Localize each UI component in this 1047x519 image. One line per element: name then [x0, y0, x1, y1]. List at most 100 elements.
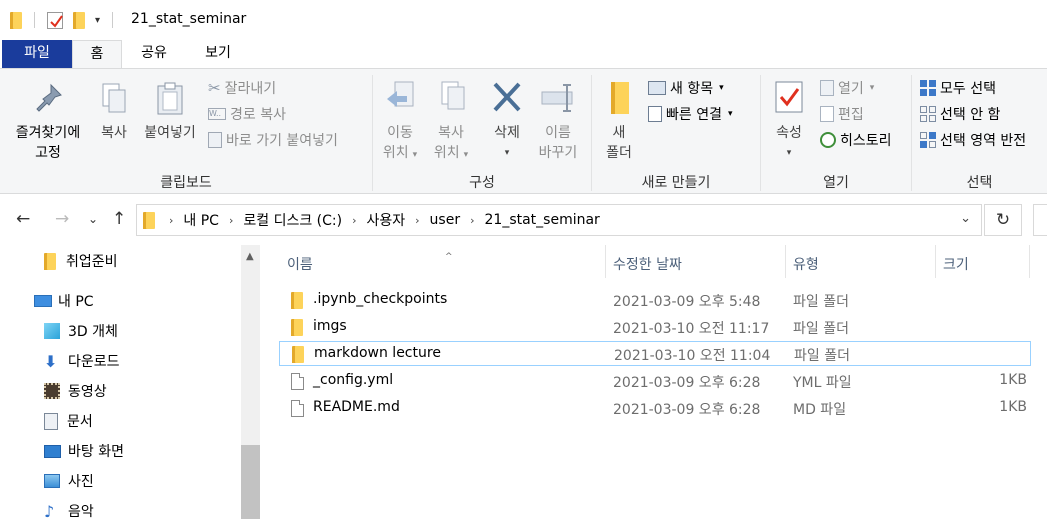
folder-icon — [10, 11, 22, 29]
edit-label: 편집 — [838, 107, 864, 123]
easy-access-button[interactable]: 빠른 연결 ▾ — [648, 103, 733, 125]
file-row[interactable]: .ipynb_checkpoints 2021-03-09 오후 5:48 파일… — [279, 288, 1031, 313]
new-folder-icon[interactable] — [73, 11, 85, 29]
copy-to-button[interactable]: 복사 위치 ▾ — [426, 79, 476, 165]
select-none-icon — [920, 106, 936, 122]
edit-button[interactable]: 편집 — [820, 103, 864, 125]
rename-icon — [541, 84, 573, 112]
nav-item-label: 3D 개체 — [68, 324, 118, 340]
cut-button[interactable]: ✂ 잘라내기 — [208, 77, 276, 99]
search-box[interactable] — [1033, 204, 1047, 236]
column-divider[interactable] — [935, 245, 936, 278]
paste-shortcut-button[interactable]: 바로 가기 붙여넣기 — [208, 129, 338, 151]
scroll-up-arrow-icon[interactable]: ▲ — [246, 251, 254, 262]
properties-button[interactable]: 속성 ▾ — [766, 79, 812, 163]
ribbon: 즐겨찾기에 고정 복사 붙여넣기 ✂ 잘라내기 W.. 경로 복사 바로 가기 … — [0, 68, 1047, 194]
nav-pane-scrollbar[interactable]: ▲ — [241, 245, 260, 519]
file-date: 2021-03-10 오전 11:17 — [613, 321, 770, 337]
history-button[interactable]: 히스토리 — [820, 129, 892, 151]
paste-shortcut-label: 바로 가기 붙여넣기 — [226, 133, 338, 149]
file-name: _config.yml — [313, 372, 394, 388]
column-header-name[interactable]: 이름 ^ — [287, 252, 453, 274]
select-none-label: 선택 안 함 — [940, 107, 1001, 123]
nav-item-videos[interactable]: 동영상 — [44, 377, 107, 405]
new-folder-label-line2: 폴더 — [606, 145, 632, 161]
nav-item-downloads[interactable]: ⬇ 다운로드 — [44, 347, 120, 375]
customize-toolbar-icon[interactable]: ▾ — [95, 15, 100, 26]
breadcrumb-separator-icon[interactable]: › — [169, 214, 173, 227]
breadcrumb-local-disk[interactable]: 로컬 디스크 (C:) — [243, 210, 342, 230]
move-to-button[interactable]: 이동 위치 ▾ — [376, 79, 424, 165]
nav-item-label: 바탕 화면 — [68, 444, 124, 460]
column-header-date[interactable]: 수정한 날짜 — [613, 254, 682, 274]
file-type: YML 파일 — [793, 375, 852, 391]
tab-share[interactable]: 공유 — [122, 40, 186, 68]
breadcrumb-users[interactable]: 사용자 — [367, 210, 406, 230]
nav-item-pictures[interactable]: 사진 — [44, 467, 94, 495]
delete-button[interactable]: 삭제 ▾ — [484, 79, 530, 163]
properties-icon[interactable] — [47, 11, 63, 29]
folder-icon — [292, 346, 304, 363]
nav-item-documents[interactable]: 문서 — [44, 407, 93, 435]
group-label-new: 새로 만들기 — [641, 175, 711, 191]
pin-quick-access-button[interactable]: 즐겨찾기에 고정 — [6, 81, 90, 163]
file-row-selected[interactable]: markdown lecture 2021-03-10 오전 11:04 파일 … — [279, 341, 1031, 366]
recent-locations-chevron-icon[interactable]: ⌄ — [88, 212, 98, 226]
address-dropdown-chevron-icon[interactable]: ⌄ — [960, 211, 971, 226]
paste-button[interactable]: 붙여넣기 — [138, 81, 202, 143]
file-icon — [291, 400, 304, 417]
dropdown-arrow-icon: ▾ — [504, 148, 510, 158]
invert-selection-button[interactable]: 선택 영역 반전 — [920, 129, 1026, 151]
nav-item-desktop[interactable]: 바탕 화면 — [44, 437, 124, 465]
history-label: 히스토리 — [840, 133, 892, 149]
dropdown-arrow-icon: ▾ — [786, 148, 792, 158]
file-date: 2021-03-09 오후 5:48 — [613, 294, 761, 310]
breadcrumb-user[interactable]: user — [430, 212, 461, 228]
breadcrumb-current-folder[interactable]: 21_stat_seminar — [485, 212, 600, 228]
breadcrumb-separator-icon[interactable]: › — [470, 214, 474, 227]
up-arrow-icon[interactable]: ↑ — [112, 209, 126, 229]
paste-label: 붙여넣기 — [144, 125, 196, 141]
column-divider[interactable] — [785, 245, 786, 278]
copy-path-button[interactable]: W.. 경로 복사 — [208, 103, 286, 125]
breadcrumb-this-pc[interactable]: 내 PC — [183, 210, 219, 230]
select-all-icon — [920, 80, 936, 96]
nav-item-3d-objects[interactable]: 3D 개체 — [44, 317, 118, 345]
column-header-type[interactable]: 유형 — [793, 254, 819, 274]
scrollbar-thumb[interactable] — [241, 445, 260, 519]
select-all-button[interactable]: 모두 선택 — [920, 77, 996, 99]
column-divider[interactable] — [1029, 245, 1030, 278]
address-bar[interactable]: › 내 PC › 로컬 디스크 (C:) › 사용자 › user › 21_s… — [136, 204, 982, 236]
open-label: 열기 — [838, 81, 864, 97]
forward-arrow-icon[interactable]: → — [55, 209, 69, 229]
new-folder-button[interactable]: 새 폴더 — [598, 79, 640, 163]
new-item-button[interactable]: 새 항목 ▾ — [648, 77, 724, 99]
open-button[interactable]: 열기 ▾ — [820, 77, 874, 99]
folder-icon — [291, 292, 303, 309]
folder-icon — [143, 211, 155, 229]
tab-home[interactable]: 홈 — [72, 40, 122, 69]
file-row[interactable]: _config.yml 2021-03-09 오후 6:28 YML 파일 1K… — [279, 369, 1031, 394]
nav-item-music[interactable]: ♪ 음악 — [44, 497, 94, 519]
select-none-button[interactable]: 선택 안 함 — [920, 103, 1000, 125]
dropdown-arrow-icon: ▾ — [412, 150, 418, 160]
refresh-icon[interactable]: ↻ — [984, 204, 1022, 236]
tab-file[interactable]: 파일 — [2, 40, 72, 68]
nav-item-job-prep[interactable]: 취업준비 — [44, 247, 118, 275]
file-row[interactable]: README.md 2021-03-09 오후 6:28 MD 파일 1KB — [279, 396, 1031, 421]
rename-button[interactable]: 이름 바꾸기 — [534, 79, 582, 163]
copy-button[interactable]: 복사 — [94, 81, 134, 143]
breadcrumb-separator-icon[interactable]: › — [352, 214, 356, 227]
breadcrumb-separator-icon[interactable]: › — [415, 214, 419, 227]
file-row[interactable]: imgs 2021-03-10 오전 11:17 파일 폴더 — [279, 315, 1031, 340]
column-header-size[interactable]: 크기 — [943, 254, 969, 274]
column-divider[interactable] — [605, 245, 606, 278]
tab-view[interactable]: 보기 — [186, 40, 250, 68]
nav-item-this-pc[interactable]: 내 PC — [34, 287, 94, 315]
breadcrumb-separator-icon[interactable]: › — [229, 214, 233, 227]
file-date: 2021-03-09 오후 6:28 — [613, 402, 761, 418]
back-arrow-icon[interactable]: ← — [16, 209, 30, 229]
folder-icon — [44, 252, 56, 270]
nav-item-label: 동영상 — [68, 384, 107, 400]
divider — [34, 12, 35, 28]
